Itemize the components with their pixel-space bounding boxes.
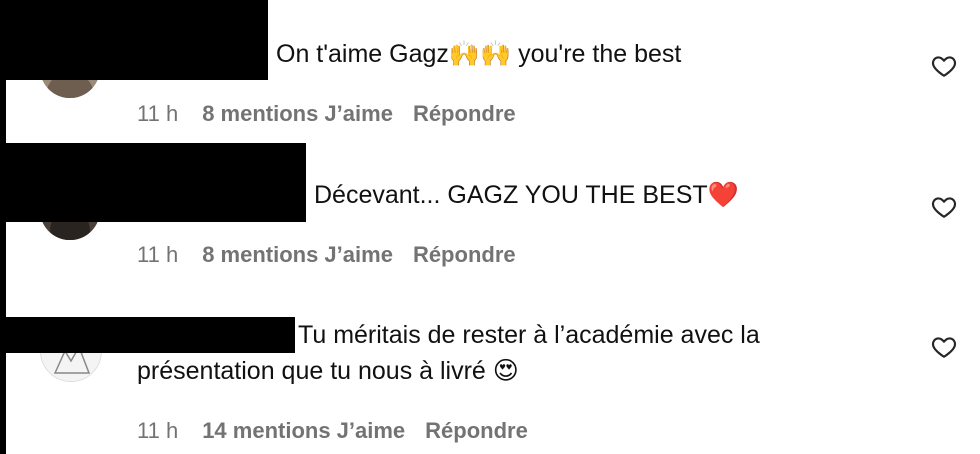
- like-count[interactable]: 14 mentions J’aime: [202, 418, 405, 443]
- comment-meta: 11 h 14 mentions J’aime Répondre: [137, 418, 548, 444]
- heart-icon[interactable]: [930, 194, 958, 220]
- redacted-username: [0, 0, 268, 80]
- comment-meta: 11 h 8 mentions J’aime Répondre: [137, 242, 536, 268]
- red-heart-emoji: ❤️: [707, 180, 739, 209]
- comment-time: 11 h: [137, 101, 179, 126]
- raising-hands-emoji: 🙌🙌: [448, 39, 512, 68]
- reply-button[interactable]: Répondre: [413, 242, 516, 267]
- like-count[interactable]: 8 mentions J’aime: [202, 101, 393, 126]
- reply-button[interactable]: Répondre: [413, 101, 516, 126]
- comment-text: Décevant... GAGZ YOU THE BEST❤️: [314, 180, 739, 209]
- comment-time: 11 h: [137, 418, 179, 443]
- heart-icon[interactable]: [930, 334, 958, 360]
- comment-text-continued: présentation que tu nous à livré 😍: [137, 356, 519, 385]
- like-count[interactable]: 8 mentions J’aime: [202, 242, 393, 267]
- reply-button[interactable]: Répondre: [425, 418, 528, 443]
- comment-text: On t'aime Gagz🙌🙌 you're the best: [276, 39, 682, 68]
- comment-meta: 11 h 8 mentions J’aime Répondre: [137, 101, 536, 127]
- redacted-username: [0, 317, 295, 353]
- comment-text: Tu méritais de rester à l’académie avec …: [298, 321, 760, 349]
- heart-eyes-emoji: 😍: [492, 356, 519, 385]
- heart-icon[interactable]: [930, 53, 958, 79]
- comment-time: 11 h: [137, 242, 179, 267]
- redacted-username: [0, 143, 306, 222]
